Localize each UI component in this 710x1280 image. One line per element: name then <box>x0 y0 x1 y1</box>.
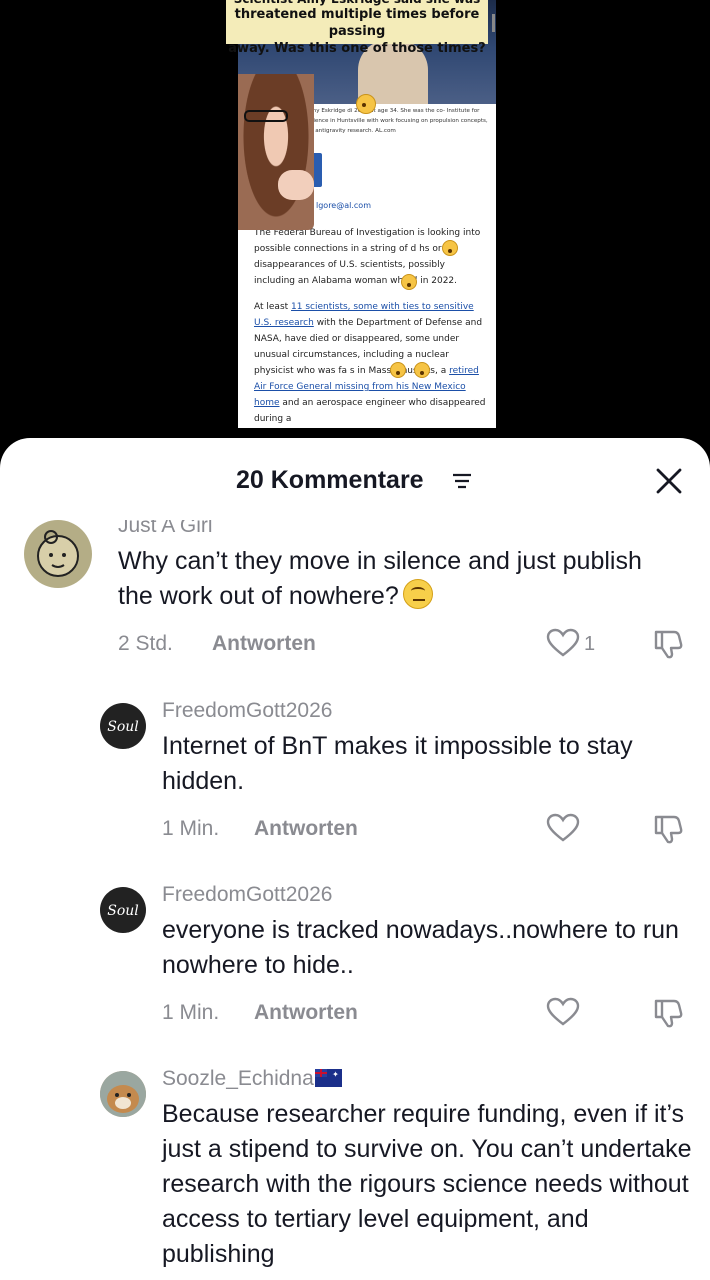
like-count: 1 <box>584 633 596 655</box>
heart-icon[interactable] <box>546 628 580 658</box>
comment-reply-item: Soul FreedomGott2026 Internet of BnT mak… <box>0 693 710 873</box>
reply-button[interactable]: Antworten <box>254 817 358 841</box>
video-caption: Scientist Amy Eskridge said she was thre… <box>226 0 488 56</box>
comment-item: Just A Girl Why can’t they move in silen… <box>0 508 710 688</box>
reply-button[interactable]: Antworten <box>212 632 316 656</box>
shocked-emoji-icon <box>401 274 417 290</box>
comment-timestamp: 1 Min. <box>162 1001 220 1024</box>
shocked-emoji-icon <box>414 362 430 378</box>
comment-username[interactable]: FreedomGott2026 <box>162 699 332 723</box>
svg-text:Soul: Soul <box>107 719 139 735</box>
australia-flag-icon <box>314 1069 342 1087</box>
article-paragraph-2: At least 11 scientists, some with ties t… <box>254 299 486 427</box>
dislike-icon[interactable] <box>652 997 686 1029</box>
video-player[interactable]: Scientist Amy Eskridge said she was thre… <box>0 0 710 460</box>
rolling-eyes-emoji-icon <box>402 579 433 609</box>
filter-icon[interactable] <box>452 472 472 490</box>
heart-icon[interactable] <box>546 997 580 1027</box>
comments-sheet: 20 Kommentare Just A Girl Why can’t they… <box>0 438 710 1280</box>
article-paragraph-1: The Federal Bureau of Investigation is l… <box>254 228 481 286</box>
comment-username[interactable]: Soozle_Echidna <box>162 1067 342 1091</box>
caption-line-1: threatened multiple times before passing <box>234 7 480 39</box>
username-text: Soozle_Echidna <box>162 1067 314 1090</box>
comment-reply-item: Soul FreedomGott2026 everyone is tracked… <box>0 877 710 1057</box>
comments-count-title: 20 Kommentare <box>236 466 424 494</box>
dislike-icon[interactable] <box>652 813 686 845</box>
shocked-emoji-icon <box>356 94 376 114</box>
comment-username[interactable]: FreedomGott2026 <box>162 883 332 907</box>
video-frame: sident Amy Eskridge di 2022 at age 34. S… <box>238 0 496 428</box>
presenter-overlay <box>238 74 314 230</box>
photo-caption: sident Amy Eskridge di 2022 at age 34. S… <box>288 108 488 134</box>
comment-text: everyone is tracked nowadays..nowhere to… <box>162 916 679 979</box>
avatar[interactable] <box>100 1071 146 1117</box>
avatar[interactable]: Soul <box>100 703 146 749</box>
comment-timestamp: 2 Std. <box>118 632 173 655</box>
comment-text: Why can’t they move in silence and just … <box>118 544 678 614</box>
heart-icon[interactable] <box>546 813 580 843</box>
avatar[interactable]: Soul <box>100 887 146 933</box>
comment-reply-item: Soozle_Echidna Because researcher requir… <box>0 1061 710 1280</box>
author-email: lgore@al.com <box>316 201 371 210</box>
reply-button[interactable]: Antworten <box>254 1001 358 1025</box>
comment-text-content: Why can’t they move in silence and just … <box>118 547 642 610</box>
scroll-indicator <box>492 14 495 32</box>
para2-start: At least <box>254 302 292 312</box>
comment-text: Internet of BnT makes it impossible to s… <box>162 732 633 795</box>
avatar[interactable] <box>24 520 92 588</box>
para2-end: and an aerospace engineer who disappeare… <box>254 398 486 424</box>
caption-clipped-line: Scientist Amy Eskridge said she was <box>226 0 488 8</box>
dislike-icon[interactable] <box>652 628 686 660</box>
caption-line-2: away. Was this one of those times? <box>228 41 486 56</box>
shocked-emoji-icon <box>442 240 458 256</box>
comment-text: Because researcher require funding, even… <box>162 1100 692 1268</box>
shocked-emoji-icon <box>390 362 406 378</box>
comment-timestamp: 1 Min. <box>162 817 220 840</box>
close-icon[interactable] <box>652 464 686 498</box>
comment-username[interactable]: Just A Girl <box>118 520 213 538</box>
svg-text:Soul: Soul <box>107 903 139 919</box>
